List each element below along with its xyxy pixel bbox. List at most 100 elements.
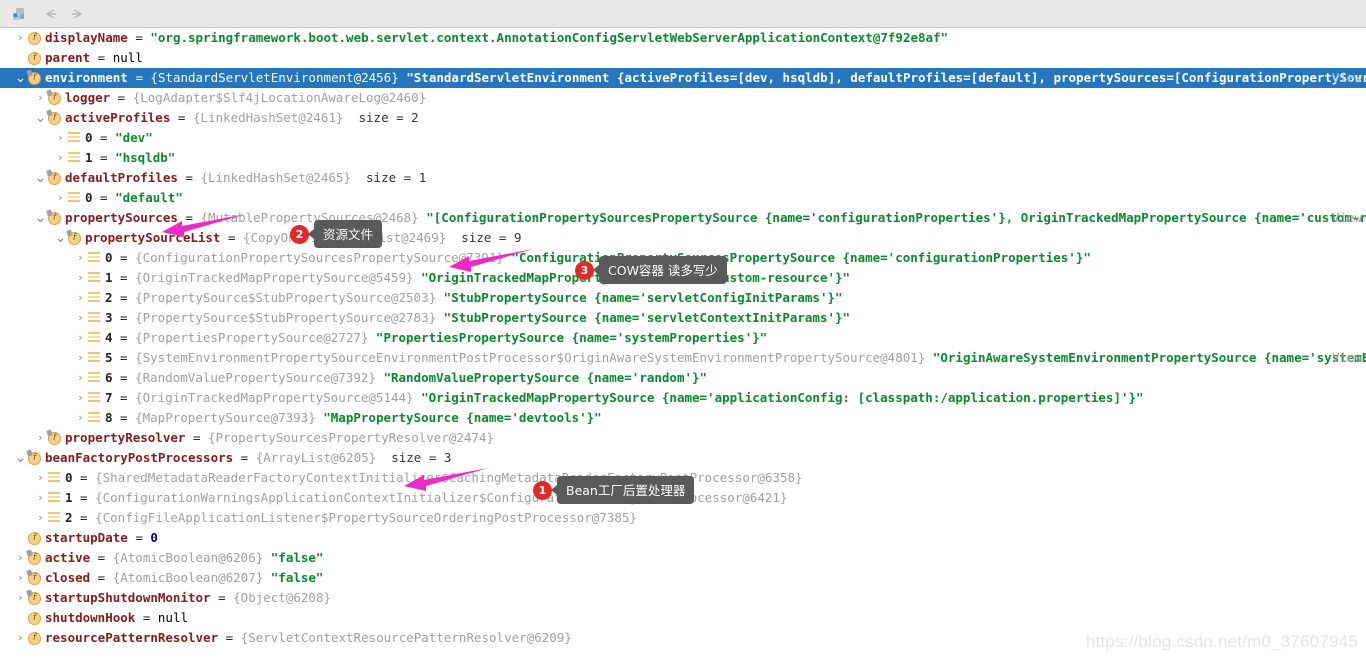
chevron-down-icon[interactable]: ⌄	[34, 211, 47, 225]
tree-row[interactable]: › 4 = {PropertiesPropertySource@2727} "Pr…	[0, 328, 1366, 348]
chevron-right-icon[interactable]: ›	[54, 128, 67, 148]
arrow-right-icon[interactable]	[64, 3, 90, 25]
tree-row[interactable]: ⌄ f beanFactoryPostProcessors = {ArrayList…	[0, 448, 1366, 468]
tree-row[interactable]: › 7 = {OriginTrackedMapPropertySource@514…	[0, 388, 1366, 408]
field-name: resourcePatternResolver	[45, 630, 219, 645]
tree-row[interactable]: › 0 = "dev"	[0, 128, 1366, 148]
view-link[interactable]: View	[1332, 208, 1362, 228]
tree-row[interactable]: ⌄ f defaultProfiles = {LinkedHashSet@2465}…	[0, 168, 1366, 188]
tree-row[interactable]: › 1 = {ConfigurationWarningsApplicationCo…	[0, 488, 1366, 508]
tree-row[interactable]: › 0 = {SharedMetadataReaderFactoryContext…	[0, 468, 1366, 488]
tree-row[interactable]: › 6 = {RandomValuePropertySource@7392} "R…	[0, 368, 1366, 388]
chevron-right-icon[interactable]: ›	[74, 288, 87, 308]
chevron-right-icon[interactable]: ›	[14, 568, 27, 588]
field-icon: f	[47, 108, 65, 128]
chevron-right-icon[interactable]: ›	[34, 468, 47, 488]
equals-sign: =	[112, 270, 136, 285]
chevron-down-icon[interactable]: ⌄	[14, 71, 27, 85]
chevron-right-icon[interactable]: ›	[74, 328, 87, 348]
chevron-right-icon[interactable]: ›	[34, 428, 47, 448]
tree-row[interactable]: › f displayName = "org.springframework.boo…	[0, 28, 1366, 48]
array-element-icon	[87, 308, 105, 328]
string-value: "StubPropertySource {name='servletConfig…	[436, 290, 843, 305]
arrow-left-icon[interactable]	[38, 3, 64, 25]
tree-row[interactable]: › f startupShutdownMonitor = {Object@6208}	[0, 588, 1366, 608]
tree-row[interactable]: › 0 = "default"	[0, 188, 1366, 208]
string-value: "false"	[263, 570, 324, 585]
object-reference: {OriginTrackedMapPropertySource@5144}	[135, 390, 414, 405]
chevron-down-icon[interactable]: ⌄	[14, 451, 27, 465]
chevron-right-icon[interactable]: ›	[54, 188, 67, 208]
tree-row[interactable]: f shutdownHook = null	[0, 608, 1366, 628]
object-reference: {PropertiesPropertySource@2727}	[135, 330, 369, 345]
object-reference: {Object@6208}	[233, 590, 331, 605]
chevron-right-icon[interactable]: ›	[74, 348, 87, 368]
string-value: "dev"	[115, 130, 153, 145]
tree-row[interactable]: › 1 = {OriginTrackedMapPropertySource@545…	[0, 268, 1366, 288]
chevron-down-icon[interactable]: ⌄	[54, 231, 67, 245]
field-name: shutdownHook	[45, 610, 136, 625]
object-reference: {LinkedHashSet@2465}	[200, 170, 351, 185]
chevron-right-icon[interactable]: ›	[74, 308, 87, 328]
null-literal: null	[112, 50, 143, 65]
array-element-icon	[47, 508, 65, 528]
chevron-right-icon[interactable]: ›	[14, 548, 27, 568]
tree-row[interactable]: › 2 = {ConfigFileApplicationListener$Prop…	[0, 508, 1366, 528]
tree-row[interactable]: › f logger = {LogAdapter$Slf4jLocationAwar…	[0, 88, 1366, 108]
view-link[interactable]: View	[1332, 68, 1362, 88]
chevron-right-icon[interactable]: ›	[74, 388, 87, 408]
equals-sign: =	[112, 330, 136, 345]
chevron-right-icon[interactable]: ›	[54, 148, 67, 168]
string-value: "StandardServletEnvironment {activeProfi…	[398, 70, 1366, 85]
chevron-right-icon[interactable]: ›	[34, 88, 47, 108]
tree-row[interactable]: › 2 = {PropertySource$StubPropertySource@…	[0, 288, 1366, 308]
chevron-right-icon[interactable]: ›	[74, 268, 87, 288]
view-link[interactable]: View	[1332, 348, 1362, 368]
field-name: propertyResolver	[65, 430, 186, 445]
tree-row[interactable]: › 5 = {SystemEnvironmentPropertySourceEnv…	[0, 348, 1366, 368]
field-name: startupDate	[45, 530, 128, 545]
array-element-icon	[67, 148, 85, 168]
string-value: "OriginAwareSystemEnvironmentPropertySou…	[925, 350, 1366, 365]
equals-sign: =	[92, 130, 116, 145]
tree-row[interactable]: › f propertyResolver = {PropertySourcesPro…	[0, 428, 1366, 448]
chevron-down-icon[interactable]: ⌄	[34, 111, 47, 125]
tree-row[interactable]: ⌄ f activeProfiles = {LinkedHashSet@2461} …	[0, 108, 1366, 128]
chevron-right-icon[interactable]: ›	[74, 368, 87, 388]
tree-row[interactable]: › f active = {AtomicBoolean@6206} "false"	[0, 548, 1366, 568]
array-element-icon	[87, 348, 105, 368]
tree-row[interactable]: f startupDate = 0	[0, 528, 1366, 548]
equals-sign: =	[90, 550, 113, 565]
element-index: 0	[85, 190, 93, 205]
chevron-right-icon[interactable]: ›	[74, 248, 87, 268]
tree-row[interactable]: › f closed = {AtomicBoolean@6207} "false"	[0, 568, 1366, 588]
chevron-right-icon[interactable]: ›	[14, 588, 27, 608]
string-value: "false"	[263, 550, 324, 565]
field-name: activeProfiles	[65, 110, 171, 125]
chevron-right-icon[interactable]: ›	[14, 28, 27, 48]
tree-row[interactable]: ⌄ f propertySourceList = {CopyOnWriteArray…	[0, 228, 1366, 248]
string-value: "RandomValuePropertySource {name='random…	[375, 370, 708, 385]
equals-sign: =	[72, 470, 96, 485]
chevron-right-icon[interactable]: ›	[14, 628, 27, 648]
tree-row[interactable]: ⌄ f propertySources = {MutablePropertySour…	[0, 208, 1366, 228]
chevron-right-icon[interactable]: ›	[34, 488, 47, 508]
tree-row[interactable]: › 8 = {MapPropertySource@7393} "MapProper…	[0, 408, 1366, 428]
variables-tree[interactable]: › f displayName = "org.springframework.boo…	[0, 28, 1366, 658]
equals-sign: =	[218, 630, 241, 645]
tree-row[interactable]: f parent = null	[0, 48, 1366, 68]
object-reference: {MutablePropertySources@2468}	[200, 210, 419, 225]
tree-row[interactable]: ⌄ f environment = {StandardServletEnvironm…	[0, 68, 1366, 88]
evaluate-expression-icon[interactable]	[6, 3, 32, 25]
equals-sign: =	[177, 170, 201, 185]
field-icon: f	[67, 228, 85, 248]
field-icon: f	[27, 608, 45, 628]
chevron-right-icon[interactable]: ›	[74, 408, 87, 428]
chevron-down-icon[interactable]: ⌄	[34, 171, 47, 185]
element-index: 6	[105, 370, 113, 385]
tree-row[interactable]: › 1 = "hsqldb"	[0, 148, 1366, 168]
tree-row[interactable]: › 0 = {ConfigurationPropertySourcesProper…	[0, 248, 1366, 268]
tree-row[interactable]: › 3 = {PropertySource$StubPropertySource@…	[0, 308, 1366, 328]
chevron-right-icon[interactable]: ›	[34, 508, 47, 528]
field-icon: f	[27, 448, 45, 468]
